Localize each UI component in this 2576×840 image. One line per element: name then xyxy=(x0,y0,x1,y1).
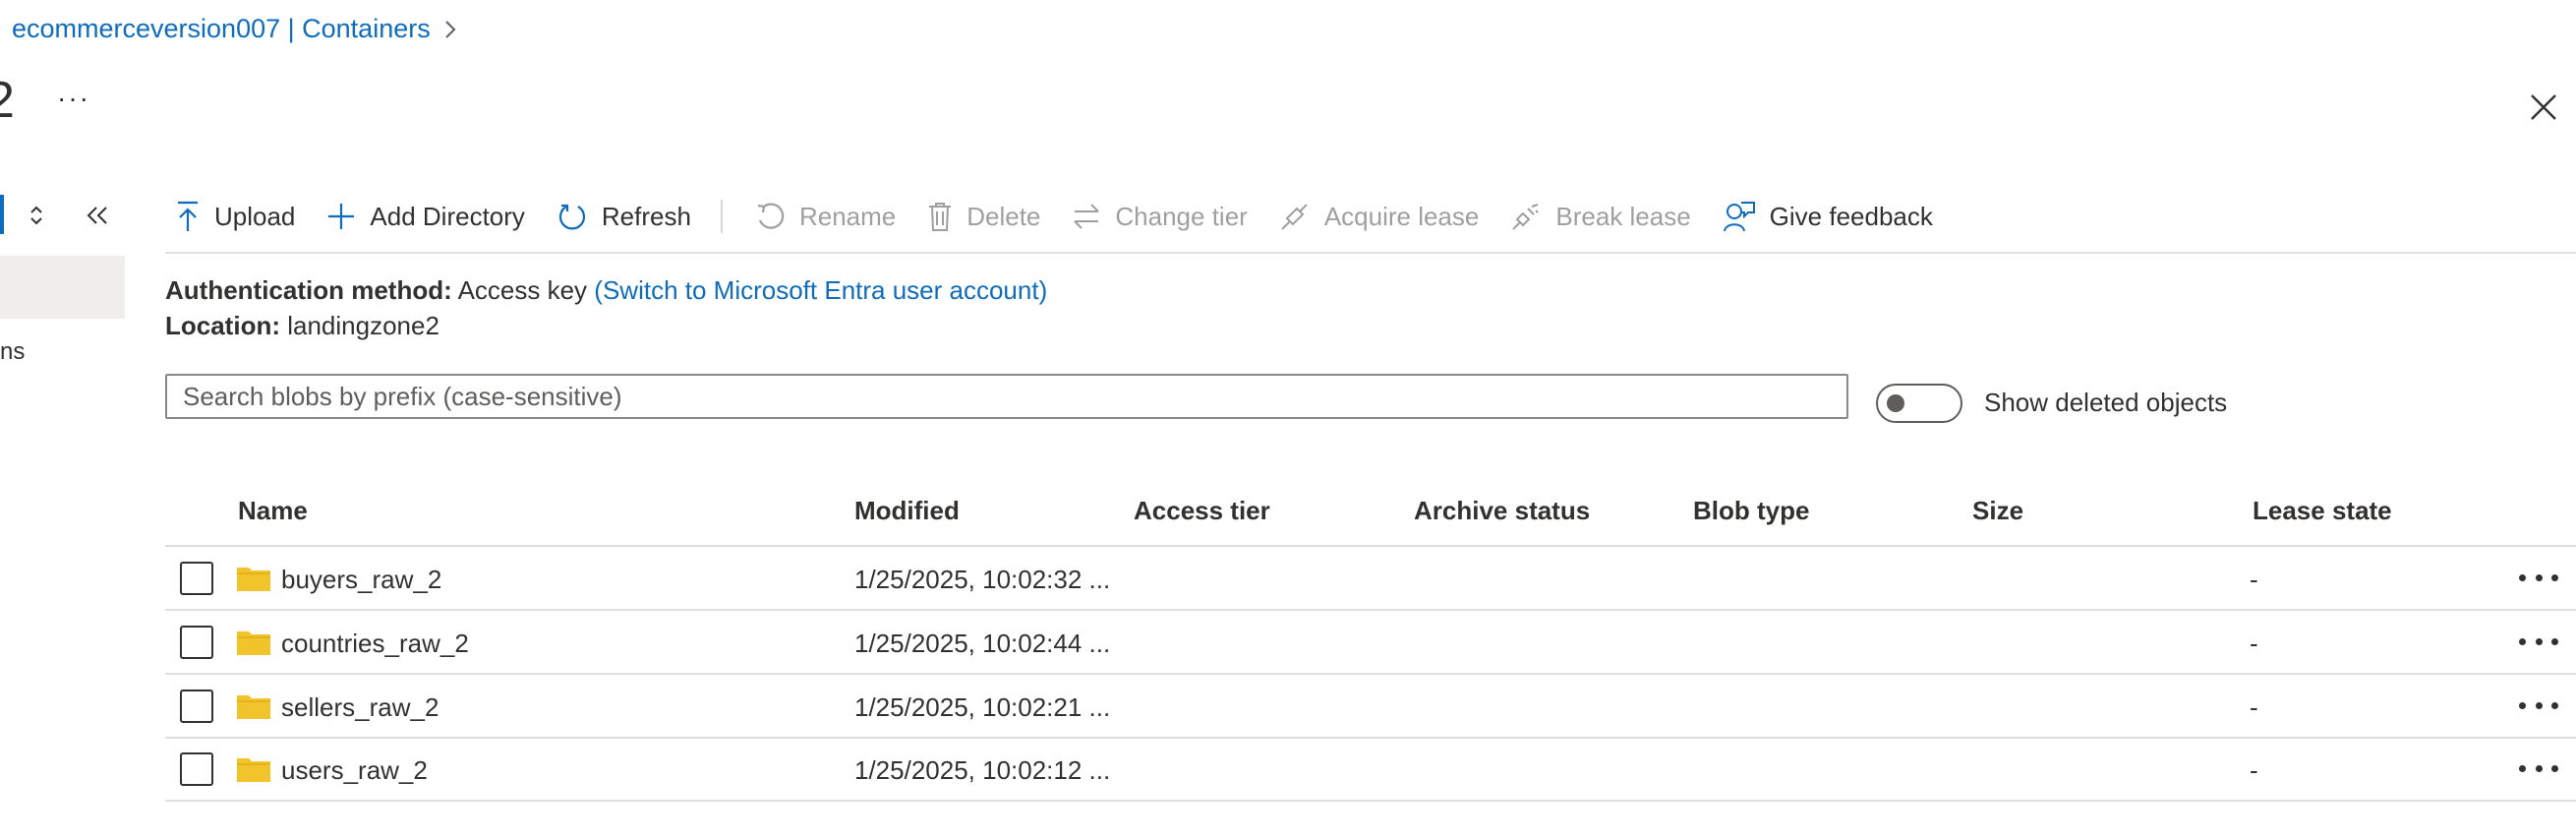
delete-label: Delete xyxy=(966,201,1041,231)
row-more-button[interactable] xyxy=(2519,690,2558,720)
column-header-modified[interactable]: Modified xyxy=(854,496,960,526)
sidebar-item-label[interactable]: ns xyxy=(0,338,25,366)
column-header-size[interactable]: Size xyxy=(1972,496,2023,526)
collapse-sidebar-button[interactable] xyxy=(83,201,112,230)
location-value: landingzone2 xyxy=(287,311,439,340)
toggle-knob xyxy=(1887,394,1904,412)
breadcrumb[interactable]: ecommerceversion007 | Containers xyxy=(12,14,456,44)
auth-method-value: Access key xyxy=(457,275,588,305)
row-divider xyxy=(165,673,2576,675)
row-checkbox[interactable] xyxy=(180,690,213,723)
location-label: Location: xyxy=(165,311,280,340)
chevron-right-icon xyxy=(445,20,456,38)
sort-button[interactable] xyxy=(24,201,49,230)
location-row: Location: landingzone2 xyxy=(165,311,439,341)
swap-arrows-icon xyxy=(1074,204,1100,229)
row-modified: 1/25/2025, 10:02:12 ... xyxy=(854,755,1111,785)
row-checkbox[interactable] xyxy=(180,752,213,786)
row-name[interactable]: buyers_raw_2 xyxy=(281,565,441,595)
auth-method-row: Authentication method: Access key (Switc… xyxy=(165,275,1047,306)
plus-icon xyxy=(328,204,355,229)
row-lease-state: - xyxy=(2250,692,2258,722)
feedback-person-icon xyxy=(1723,202,1755,232)
give-feedback-button[interactable]: Give feedback xyxy=(1723,200,1933,233)
change-tier-label: Change tier xyxy=(1115,201,1248,231)
row-checkbox[interactable] xyxy=(180,562,213,595)
sort-updown-icon xyxy=(30,206,42,225)
rename-label: Rename xyxy=(798,201,897,231)
give-feedback-label: Give feedback xyxy=(1769,201,1933,231)
close-icon xyxy=(2531,94,2556,120)
upload-icon xyxy=(178,201,198,231)
upload-button[interactable]: Upload xyxy=(175,200,295,233)
auth-method-label: Authentication method: xyxy=(165,275,452,305)
rename-button[interactable]: Rename xyxy=(754,201,896,232)
row-modified: 1/25/2025, 10:02:32 ... xyxy=(854,565,1111,594)
page-title: 2 xyxy=(0,72,15,129)
refresh-label: Refresh xyxy=(601,201,691,231)
row-checkbox[interactable] xyxy=(180,626,213,659)
folder-icon xyxy=(237,695,270,719)
trash-icon xyxy=(929,203,952,231)
toolbar-divider xyxy=(720,200,723,233)
plug-icon xyxy=(1281,204,1308,230)
table-header-divider xyxy=(165,545,2576,547)
folder-icon xyxy=(237,631,270,655)
change-tier-button[interactable]: Change tier xyxy=(1072,201,1248,232)
row-lease-state: - xyxy=(2250,629,2258,658)
delete-button[interactable]: Delete xyxy=(927,201,1040,232)
row-more-button[interactable] xyxy=(2519,627,2558,656)
row-name[interactable]: users_raw_2 xyxy=(281,755,428,786)
row-name[interactable]: countries_raw_2 xyxy=(281,629,469,659)
row-modified: 1/25/2025, 10:02:21 ... xyxy=(854,692,1111,722)
more-options-button[interactable]: ··· xyxy=(57,83,90,114)
unplug-icon xyxy=(1512,204,1540,230)
rename-icon xyxy=(757,203,785,229)
add-directory-button[interactable]: Add Directory xyxy=(326,202,525,232)
toolbar: Upload Add Directory Refresh Rename Dele… xyxy=(175,193,1964,240)
column-header-access-tier[interactable]: Access tier xyxy=(1134,496,1270,526)
search-placeholder: Search blobs by prefix (case-sensitive) xyxy=(183,381,622,411)
row-lease-state: - xyxy=(2250,565,2258,594)
refresh-button[interactable]: Refresh xyxy=(556,201,691,232)
search-input[interactable]: Search blobs by prefix (case-sensitive) xyxy=(165,374,1848,419)
show-deleted-label: Show deleted objects xyxy=(1984,388,2228,417)
sidebar-active-indicator xyxy=(0,195,4,234)
row-more-button[interactable] xyxy=(2519,563,2558,592)
column-header-lease-state[interactable]: Lease state xyxy=(2253,496,2392,526)
break-lease-label: Break lease xyxy=(1555,201,1691,231)
sidebar-item-selected[interactable] xyxy=(0,256,125,319)
column-header-name[interactable]: Name xyxy=(238,496,308,526)
switch-auth-link[interactable]: (Switch to Microsoft Entra user account) xyxy=(594,275,1047,305)
row-name[interactable]: sellers_raw_2 xyxy=(281,692,439,723)
close-button[interactable] xyxy=(2519,83,2568,132)
row-divider xyxy=(165,609,2576,611)
acquire-lease-button[interactable]: Acquire lease xyxy=(1279,201,1480,232)
column-header-archive-status[interactable]: Archive status xyxy=(1414,496,1590,526)
row-more-button[interactable] xyxy=(2519,753,2558,783)
row-modified: 1/25/2025, 10:02:44 ... xyxy=(854,629,1111,658)
break-lease-button[interactable]: Break lease xyxy=(1510,201,1691,232)
row-lease-state: - xyxy=(2250,755,2258,785)
add-directory-label: Add Directory xyxy=(370,201,525,231)
breadcrumb-link[interactable]: ecommerceversion007 | Containers xyxy=(12,14,431,44)
row-divider xyxy=(165,737,2576,739)
folder-icon xyxy=(237,758,270,782)
upload-label: Upload xyxy=(214,201,296,231)
folder-icon xyxy=(237,568,270,591)
column-header-blob-type[interactable]: Blob type xyxy=(1693,496,1809,526)
row-divider xyxy=(165,800,2576,802)
acquire-lease-label: Acquire lease xyxy=(1323,201,1480,231)
toolbar-divider-line xyxy=(165,252,2576,254)
double-chevron-left-icon xyxy=(87,207,107,224)
refresh-icon xyxy=(558,204,585,230)
